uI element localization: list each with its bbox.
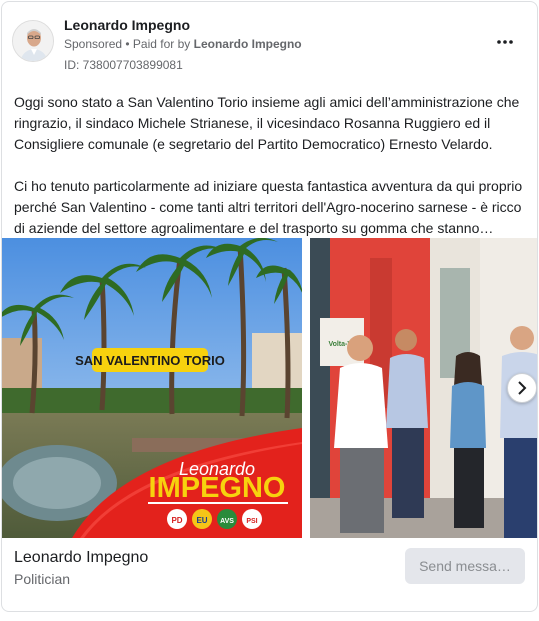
sponsored-line: Sponsored • Paid for by Leonardo Impegno [64,35,302,53]
body-paragraph: Oggi sono stato a San Valentino Torio in… [14,94,520,152]
post-header: Leonardo Impegno Sponsored • Paid for by… [12,16,527,74]
send-message-button[interactable]: Send messa… [405,548,525,584]
person-right [500,326,537,538]
carousel-slide-campaign[interactable]: SAN VALENTINO TORIO Leonardo IMPEGNO PD … [2,238,302,538]
person-woman [450,352,486,528]
paid-for-prefix: • Paid for by [122,37,194,51]
post-footer: Leonardo Impegno Politician Send messa… [14,548,525,588]
more-horizontal-icon [497,40,513,44]
chevron-right-icon [518,381,527,395]
carousel-next-button[interactable] [507,373,537,403]
sponsored-label: Sponsored [64,37,123,51]
party-logo-eu: EU [196,516,207,525]
avatar[interactable] [12,20,54,62]
post-body: Oggi sono stato a San Valentino Torio in… [14,92,526,239]
body-paragraph: Ci ho tenuto particolarmente ad iniziare… [14,178,523,236]
more-options-button[interactable] [493,32,517,52]
park-palms-image: SAN VALENTINO TORIO Leonardo IMPEGNO PD … [2,238,302,538]
page-name[interactable]: Leonardo Impegno [64,16,302,34]
carousel-slide-street[interactable]: Volta-Ve [310,238,537,538]
ad-id: ID: 738007703899081 [64,58,183,72]
paid-for-name: Leonardo Impegno [193,37,302,51]
party-logo-psi: PSI [246,518,257,525]
ad-card: Leonardo Impegno Sponsored • Paid for by… [1,1,538,612]
avatar-portrait-icon [13,21,53,61]
header-text: Leonardo Impegno Sponsored • Paid for by… [64,16,302,73]
image-carousel: SAN VALENTINO TORIO Leonardo IMPEGNO PD … [2,238,537,538]
person-mid [386,329,428,518]
party-logo-pd: PD [171,516,182,525]
street-walk-image: Volta-Ve [310,238,537,538]
campaign-surname: IMPEGNO [149,472,286,504]
party-logo-avs: AVS [220,518,234,525]
place-label: SAN VALENTINO TORIO [75,353,225,368]
